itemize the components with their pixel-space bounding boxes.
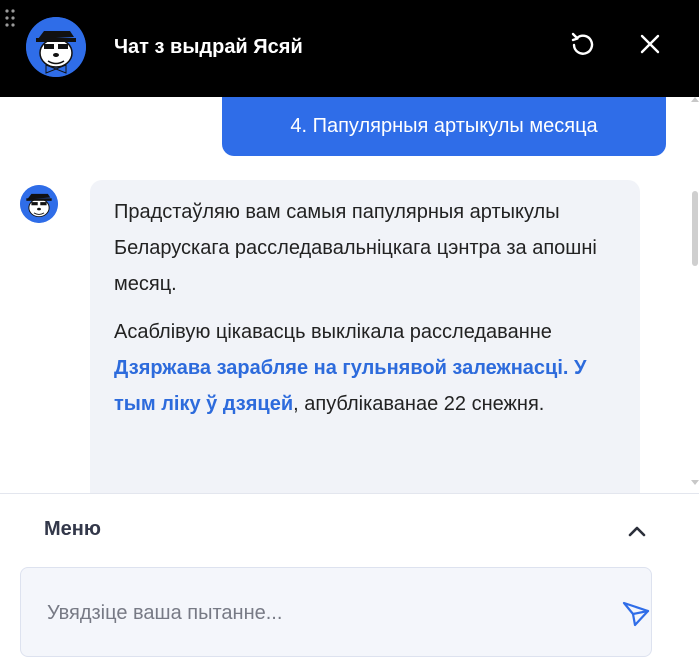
refresh-button[interactable] <box>567 30 599 62</box>
bot-message-paragraph: Прадстаўляю вам самыя папулярныя артыкул… <box>114 201 597 295</box>
close-icon <box>639 33 661 60</box>
send-button[interactable] <box>621 598 651 628</box>
chat-header: Чат з выдрай Ясяй <box>0 0 699 97</box>
refresh-icon <box>569 30 597 63</box>
send-icon <box>621 601 651 632</box>
scrollbar-thumb[interactable] <box>692 191 698 266</box>
scroll-down-arrow-icon[interactable] <box>691 480 699 485</box>
menu-label[interactable]: Меню <box>44 518 101 541</box>
user-message: 4. Папулярныя артыкулы месяца <box>222 97 666 156</box>
menu-toggle-button[interactable] <box>624 518 650 544</box>
bot-avatar <box>20 185 58 223</box>
chat-scrollbar[interactable] <box>691 97 699 493</box>
chevron-up-icon <box>624 526 650 548</box>
close-button[interactable] <box>634 30 666 62</box>
scroll-up-arrow-icon[interactable] <box>691 97 699 102</box>
question-input[interactable] <box>45 592 589 634</box>
chat-footer: Меню <box>0 493 699 667</box>
bot-message-paragraph: Асаблівую цікавасць выклікала расследава… <box>114 314 616 422</box>
otter-avatar <box>26 17 86 77</box>
bot-message: Прадстаўляю вам самыя папулярныя артыкул… <box>90 180 640 493</box>
chat-messages: 4. Папулярныя артыкулы месяца Прадстаўля… <box>0 97 699 493</box>
bot-message-text: Асаблівую цікавасць выклікала расследава… <box>114 321 552 343</box>
question-input-box <box>20 567 652 657</box>
chat-title: Чат з выдрай Ясяй <box>114 36 303 58</box>
bot-message-text: , апублікаванае 22 снежня. <box>293 393 545 415</box>
drag-handle-icon[interactable] <box>5 8 19 30</box>
